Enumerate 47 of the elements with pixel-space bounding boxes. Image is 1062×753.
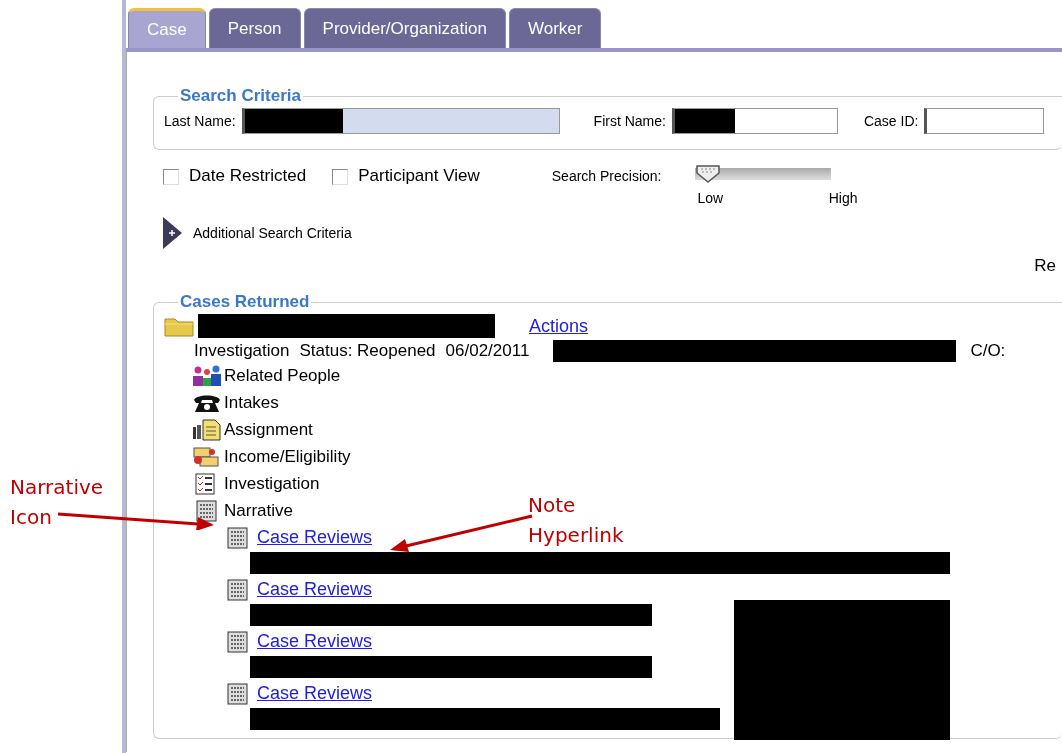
note-link[interactable]: Case Reviews <box>257 683 373 704</box>
people-icon <box>192 364 222 387</box>
text-field[interactable] <box>671 108 838 134</box>
narrative-icon <box>226 578 250 601</box>
tree-item-label[interactable]: Intakes <box>224 392 279 413</box>
tree-item-label[interactable]: Assignment <box>224 419 313 440</box>
slider-label: Search Precision: <box>551 168 662 184</box>
redaction-bar <box>674 109 735 133</box>
case-summary-text: Investigation <box>194 341 290 361</box>
tree-item-label[interactable]: Related People <box>224 365 341 386</box>
narrative-icon <box>226 630 250 653</box>
annotation-label: Narrative Icon <box>10 474 104 531</box>
document-icon <box>192 418 222 441</box>
checkbox-label: Date Restricted <box>189 166 307 186</box>
case-summary-text: 06/02/2011 <box>445 341 530 361</box>
actions-link[interactable]: Actions <box>529 315 589 337</box>
case-summary-text: C/O: <box>970 341 1006 361</box>
note-link[interactable]: Case Reviews <box>257 631 373 652</box>
field-label: Case ID: <box>863 113 919 129</box>
slider-thumb[interactable] <box>695 164 722 184</box>
slider-max-label: High <box>828 190 858 206</box>
checkbox[interactable] <box>163 169 179 185</box>
field-label: Last Name: <box>164 113 236 129</box>
note-link[interactable]: Case Reviews <box>257 579 373 600</box>
tab[interactable]: Worker <box>509 8 602 48</box>
group-title: Search Criteria <box>179 86 302 106</box>
field-label: First Name: <box>593 113 666 129</box>
expand-arrow-icon[interactable] <box>161 216 183 250</box>
money-icon <box>192 445 222 468</box>
note-link[interactable]: Case Reviews <box>257 527 373 548</box>
narrative-icon <box>226 526 250 549</box>
checkbox[interactable] <box>332 169 349 185</box>
group-title: Cases Returned <box>179 292 311 312</box>
tab[interactable]: Provider/Organization <box>303 8 506 48</box>
narrative-icon <box>226 682 250 705</box>
text-field[interactable] <box>924 108 1045 134</box>
tree-item-label[interactable]: Investigation <box>224 473 320 494</box>
expand-link[interactable]: Additional Search Criteria <box>193 225 352 241</box>
tab[interactable]: Person <box>208 8 301 48</box>
slider-min-label: Low <box>697 190 724 206</box>
checkbox-label: Participant View <box>358 166 480 186</box>
annotation-label: Note Hyperlink <box>528 492 624 549</box>
tree-item-label[interactable]: Income/Eligibility <box>224 446 351 467</box>
tree-item-label[interactable]: Narrative <box>224 500 293 521</box>
cut-text: Re <box>1034 256 1056 277</box>
text-field[interactable] <box>241 108 560 134</box>
case-summary-text: Status: Reopened <box>299 341 436 361</box>
